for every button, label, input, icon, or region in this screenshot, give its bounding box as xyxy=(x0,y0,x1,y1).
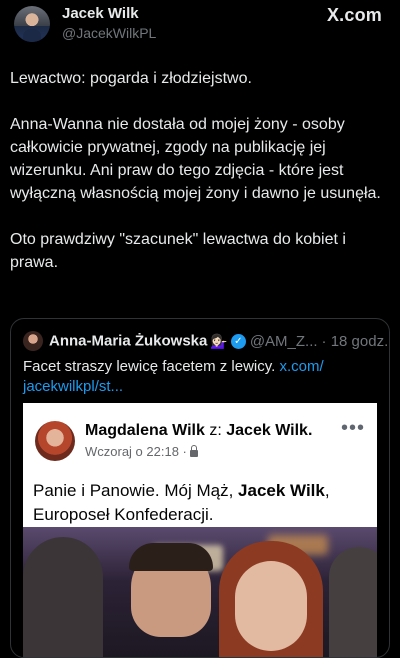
fb-author-name: Magdalena Wilk xyxy=(85,422,205,439)
author-avatar[interactable] xyxy=(14,6,50,42)
fb-text-part1: Panie i Panowie. Mój Mąż, xyxy=(33,481,239,500)
quoted-author-handle: @AM_Z... xyxy=(249,332,318,350)
quoted-author-name: Anna-Maria Żukowska xyxy=(49,332,208,350)
tweet-paragraph-3: Oto prawdziwy "szacunek" lewactwa do kob… xyxy=(10,231,346,271)
quoted-tweet-header: Anna-Maria Żukowska 💁🏻‍♀️ ✓ @AM_Z... · 18 go… xyxy=(23,331,388,351)
fb-author-line: Magdalena Wilk z: Jacek Wilk. xyxy=(85,422,312,440)
quoted-tweet[interactable]: Anna-Maria Żukowska 💁🏻‍♀️ ✓ @AM_Z... · 18 go… xyxy=(10,318,390,658)
x-logo: X.com xyxy=(326,5,382,25)
fb-time-text: Wczoraj o 22:18 · xyxy=(85,444,187,459)
fb-post-text: Panie i Panowie. Mój Mąż, Jacek Wilk, Eu… xyxy=(33,479,363,527)
quoted-author-avatar xyxy=(23,331,43,351)
verified-badge-icon: ✓ xyxy=(230,333,246,349)
quoted-tweet-text: Facet straszy lewicę facetem z lewicy. x… xyxy=(23,357,373,397)
fb-post-photo xyxy=(23,527,377,657)
more-options-icon: ••• xyxy=(340,417,365,439)
fb-tagged-name: Jacek Wilk. xyxy=(226,422,313,439)
author-handle[interactable]: @JacekWilkPL xyxy=(62,25,156,41)
lock-icon xyxy=(189,445,198,457)
photo-background-person-right xyxy=(329,547,377,657)
tweet-paragraph-2: Anna-Wanna nie dostała od mojej żony - o… xyxy=(10,116,381,202)
photo-woman xyxy=(235,561,307,651)
quoted-tweet-body: Facet straszy lewicę facetem z lewicy. xyxy=(23,358,276,375)
facebook-post-screenshot: Magdalena Wilk z: Jacek Wilk. Wczoraj o … xyxy=(23,403,377,657)
tweet-header: Jacek Wilk @JacekWilkPL X.com xyxy=(0,0,400,56)
photo-background-person-left xyxy=(23,537,103,657)
tweet-text: Lewactwo: pogarda i złodziejstwo. Anna-W… xyxy=(10,67,390,297)
fb-post-time: Wczoraj o 22:18 · xyxy=(85,444,198,459)
tweet-paragraph-1: Lewactwo: pogarda i złodziejstwo. xyxy=(10,70,252,87)
quoted-author-emoji: 💁🏻‍♀️ xyxy=(210,332,228,349)
quoted-tweet-link-part1[interactable]: x.com/ xyxy=(279,358,323,375)
quoted-tweet-time: · 18 godz. xyxy=(321,332,389,350)
fb-author-avatar xyxy=(35,421,75,461)
quoted-tweet-link-part2[interactable]: jacekwilkpl/st... xyxy=(23,378,123,395)
author-name[interactable]: Jacek Wilk xyxy=(62,5,139,22)
fb-connector: z: xyxy=(209,422,222,439)
fb-text-bold: Jacek Wilk xyxy=(238,481,325,500)
